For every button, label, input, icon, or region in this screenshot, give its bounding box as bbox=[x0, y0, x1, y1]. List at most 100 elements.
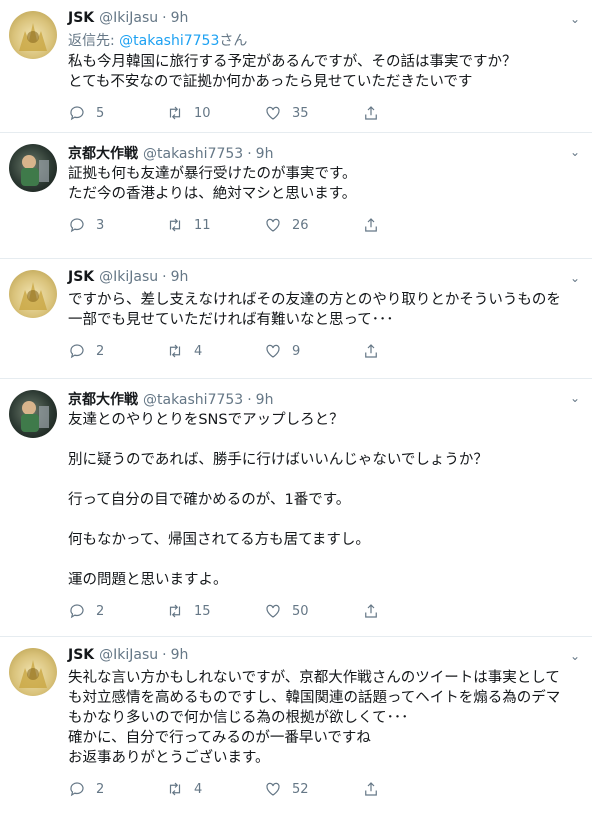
tweet-actions: 3 11 26 bbox=[68, 204, 592, 246]
share-button[interactable] bbox=[362, 216, 460, 234]
heart-icon bbox=[266, 604, 280, 618]
heart-icon bbox=[266, 218, 280, 232]
reply-count: 2 bbox=[96, 343, 105, 359]
avatar[interactable] bbox=[9, 390, 57, 438]
like-button[interactable]: 52 bbox=[264, 780, 362, 798]
user-handle[interactable]: @IkiJasu bbox=[99, 10, 158, 26]
tweet[interactable]: ⌄ JSK @IkiJasu · 9h 返信先: @takashi7753さん … bbox=[0, 0, 592, 133]
reply-to: 返信先: @takashi7753さん bbox=[68, 31, 592, 51]
reply-button[interactable]: 5 bbox=[68, 104, 166, 122]
tweet-text: 友達とのやりとりをSNSでアップしろと？ 別に疑うのであれば、勝手に行けばいいん… bbox=[68, 412, 488, 588]
avatar-image bbox=[19, 282, 47, 310]
separator-dot: · bbox=[162, 10, 167, 26]
user-handle[interactable]: @takashi7753 bbox=[143, 146, 243, 162]
retweet-count: 15 bbox=[194, 603, 211, 619]
avatar[interactable] bbox=[9, 270, 57, 318]
reply-icon bbox=[70, 604, 84, 619]
retweet-icon bbox=[169, 344, 181, 358]
timestamp[interactable]: 9h bbox=[171, 269, 189, 285]
avatar-image bbox=[21, 155, 49, 186]
tweet-text: 証拠も何も友達が暴行受けたのが事実です。 ただ今の香港よりは、絶対マシと思います… bbox=[68, 166, 357, 202]
share-icon bbox=[365, 218, 377, 232]
like-count: 52 bbox=[292, 781, 309, 797]
retweet-button[interactable]: 4 bbox=[166, 342, 264, 360]
like-count: 50 bbox=[292, 603, 309, 619]
user-handle[interactable]: @IkiJasu bbox=[99, 269, 158, 285]
retweet-icon bbox=[169, 782, 181, 796]
chevron-down-icon[interactable]: ⌄ bbox=[570, 145, 580, 159]
tweet-header: JSK @IkiJasu · 9h bbox=[68, 10, 592, 30]
chevron-down-icon[interactable]: ⌄ bbox=[570, 271, 580, 285]
reply-count: 2 bbox=[96, 603, 105, 619]
retweet-button[interactable]: 11 bbox=[166, 216, 264, 234]
retweet-count: 4 bbox=[194, 343, 203, 359]
retweet-button[interactable]: 10 bbox=[166, 104, 264, 122]
timeline: ⌄ JSK @IkiJasu · 9h 返信先: @takashi7753さん … bbox=[0, 0, 592, 823]
tweet-text: 失礼な言い方かもしれないですが、京都大作戦さんのツイートは事実として も対立感情… bbox=[68, 670, 561, 766]
reply-suffix: さん bbox=[219, 33, 248, 49]
share-button[interactable] bbox=[362, 602, 460, 620]
timestamp[interactable]: 9h bbox=[256, 392, 274, 408]
tweet-actions: 5 10 35 bbox=[68, 92, 592, 134]
retweet-icon bbox=[169, 604, 181, 618]
display-name[interactable]: 京都大作戦 bbox=[68, 143, 138, 163]
display-name[interactable]: 京都大作戦 bbox=[68, 389, 138, 409]
heart-icon bbox=[266, 782, 280, 796]
tweet-header: JSK @IkiJasu · 9h bbox=[68, 269, 592, 289]
timestamp[interactable]: 9h bbox=[256, 146, 274, 162]
share-icon bbox=[365, 344, 377, 358]
tweet-header: 京都大作戦 @takashi7753 · 9h bbox=[68, 143, 592, 163]
tweet-header: 京都大作戦 @takashi7753 · 9h bbox=[68, 389, 592, 409]
tweet-header: JSK @IkiJasu · 9h bbox=[68, 647, 592, 667]
separator-dot: · bbox=[162, 647, 167, 663]
avatar-image bbox=[19, 660, 47, 688]
reply-mention[interactable]: @takashi7753 bbox=[119, 33, 219, 49]
tweet[interactable]: ⌄ JSK @IkiJasu · 9h 失礼な言い方かもしれないですが、京都大作… bbox=[0, 637, 592, 823]
separator-dot: · bbox=[162, 269, 167, 285]
display-name[interactable]: JSK bbox=[68, 647, 94, 663]
reply-icon bbox=[70, 782, 84, 797]
like-button[interactable]: 9 bbox=[264, 342, 362, 360]
reply-count: 2 bbox=[96, 781, 105, 797]
like-count: 9 bbox=[292, 343, 301, 359]
avatar[interactable] bbox=[9, 11, 57, 59]
reply-count: 5 bbox=[96, 105, 105, 121]
share-button[interactable] bbox=[362, 104, 460, 122]
share-icon bbox=[365, 106, 377, 120]
like-button[interactable]: 35 bbox=[264, 104, 362, 122]
user-handle[interactable]: @IkiJasu bbox=[99, 647, 158, 663]
reply-button[interactable]: 3 bbox=[68, 216, 166, 234]
reply-icon bbox=[70, 344, 84, 359]
like-count: 26 bbox=[292, 217, 309, 233]
heart-icon bbox=[266, 344, 280, 358]
reply-button[interactable]: 2 bbox=[68, 602, 166, 620]
reply-button[interactable]: 2 bbox=[68, 342, 166, 360]
tweet[interactable]: ⌄ 京都大作戦 @takashi7753 · 9h 証拠も何も友達が暴行受けたの… bbox=[0, 133, 592, 259]
share-icon bbox=[365, 604, 377, 618]
like-count: 35 bbox=[292, 105, 309, 121]
chevron-down-icon[interactable]: ⌄ bbox=[570, 12, 580, 26]
retweet-count: 4 bbox=[194, 781, 203, 797]
like-button[interactable]: 26 bbox=[264, 216, 362, 234]
like-button[interactable]: 50 bbox=[264, 602, 362, 620]
display-name[interactable]: JSK bbox=[68, 10, 94, 26]
chevron-down-icon[interactable]: ⌄ bbox=[570, 391, 580, 405]
user-handle[interactable]: @takashi7753 bbox=[143, 392, 243, 408]
tweet[interactable]: ⌄ JSK @IkiJasu · 9h ですから、差し支えなければその友達の方と… bbox=[0, 259, 592, 379]
timestamp[interactable]: 9h bbox=[171, 10, 189, 26]
reply-button[interactable]: 2 bbox=[68, 780, 166, 798]
tweet[interactable]: ⌄ 京都大作戦 @takashi7753 · 9h 友達とのやりとりをSNSでア… bbox=[0, 379, 592, 637]
chevron-down-icon[interactable]: ⌄ bbox=[570, 649, 580, 663]
tweet-text: ですから、差し支えなければその友達の方とのやり取りとかそういうものを 一部でも見… bbox=[68, 292, 561, 328]
share-button[interactable] bbox=[362, 342, 460, 360]
avatar[interactable] bbox=[9, 648, 57, 696]
retweet-button[interactable]: 4 bbox=[166, 780, 264, 798]
retweet-button[interactable]: 15 bbox=[166, 602, 264, 620]
reply-count: 3 bbox=[96, 217, 105, 233]
share-button[interactable] bbox=[362, 780, 460, 798]
avatar[interactable] bbox=[9, 144, 57, 192]
display-name[interactable]: JSK bbox=[68, 269, 94, 285]
tweet-actions: 2 4 52 bbox=[68, 768, 592, 810]
timestamp[interactable]: 9h bbox=[171, 647, 189, 663]
separator-dot: · bbox=[247, 392, 252, 408]
